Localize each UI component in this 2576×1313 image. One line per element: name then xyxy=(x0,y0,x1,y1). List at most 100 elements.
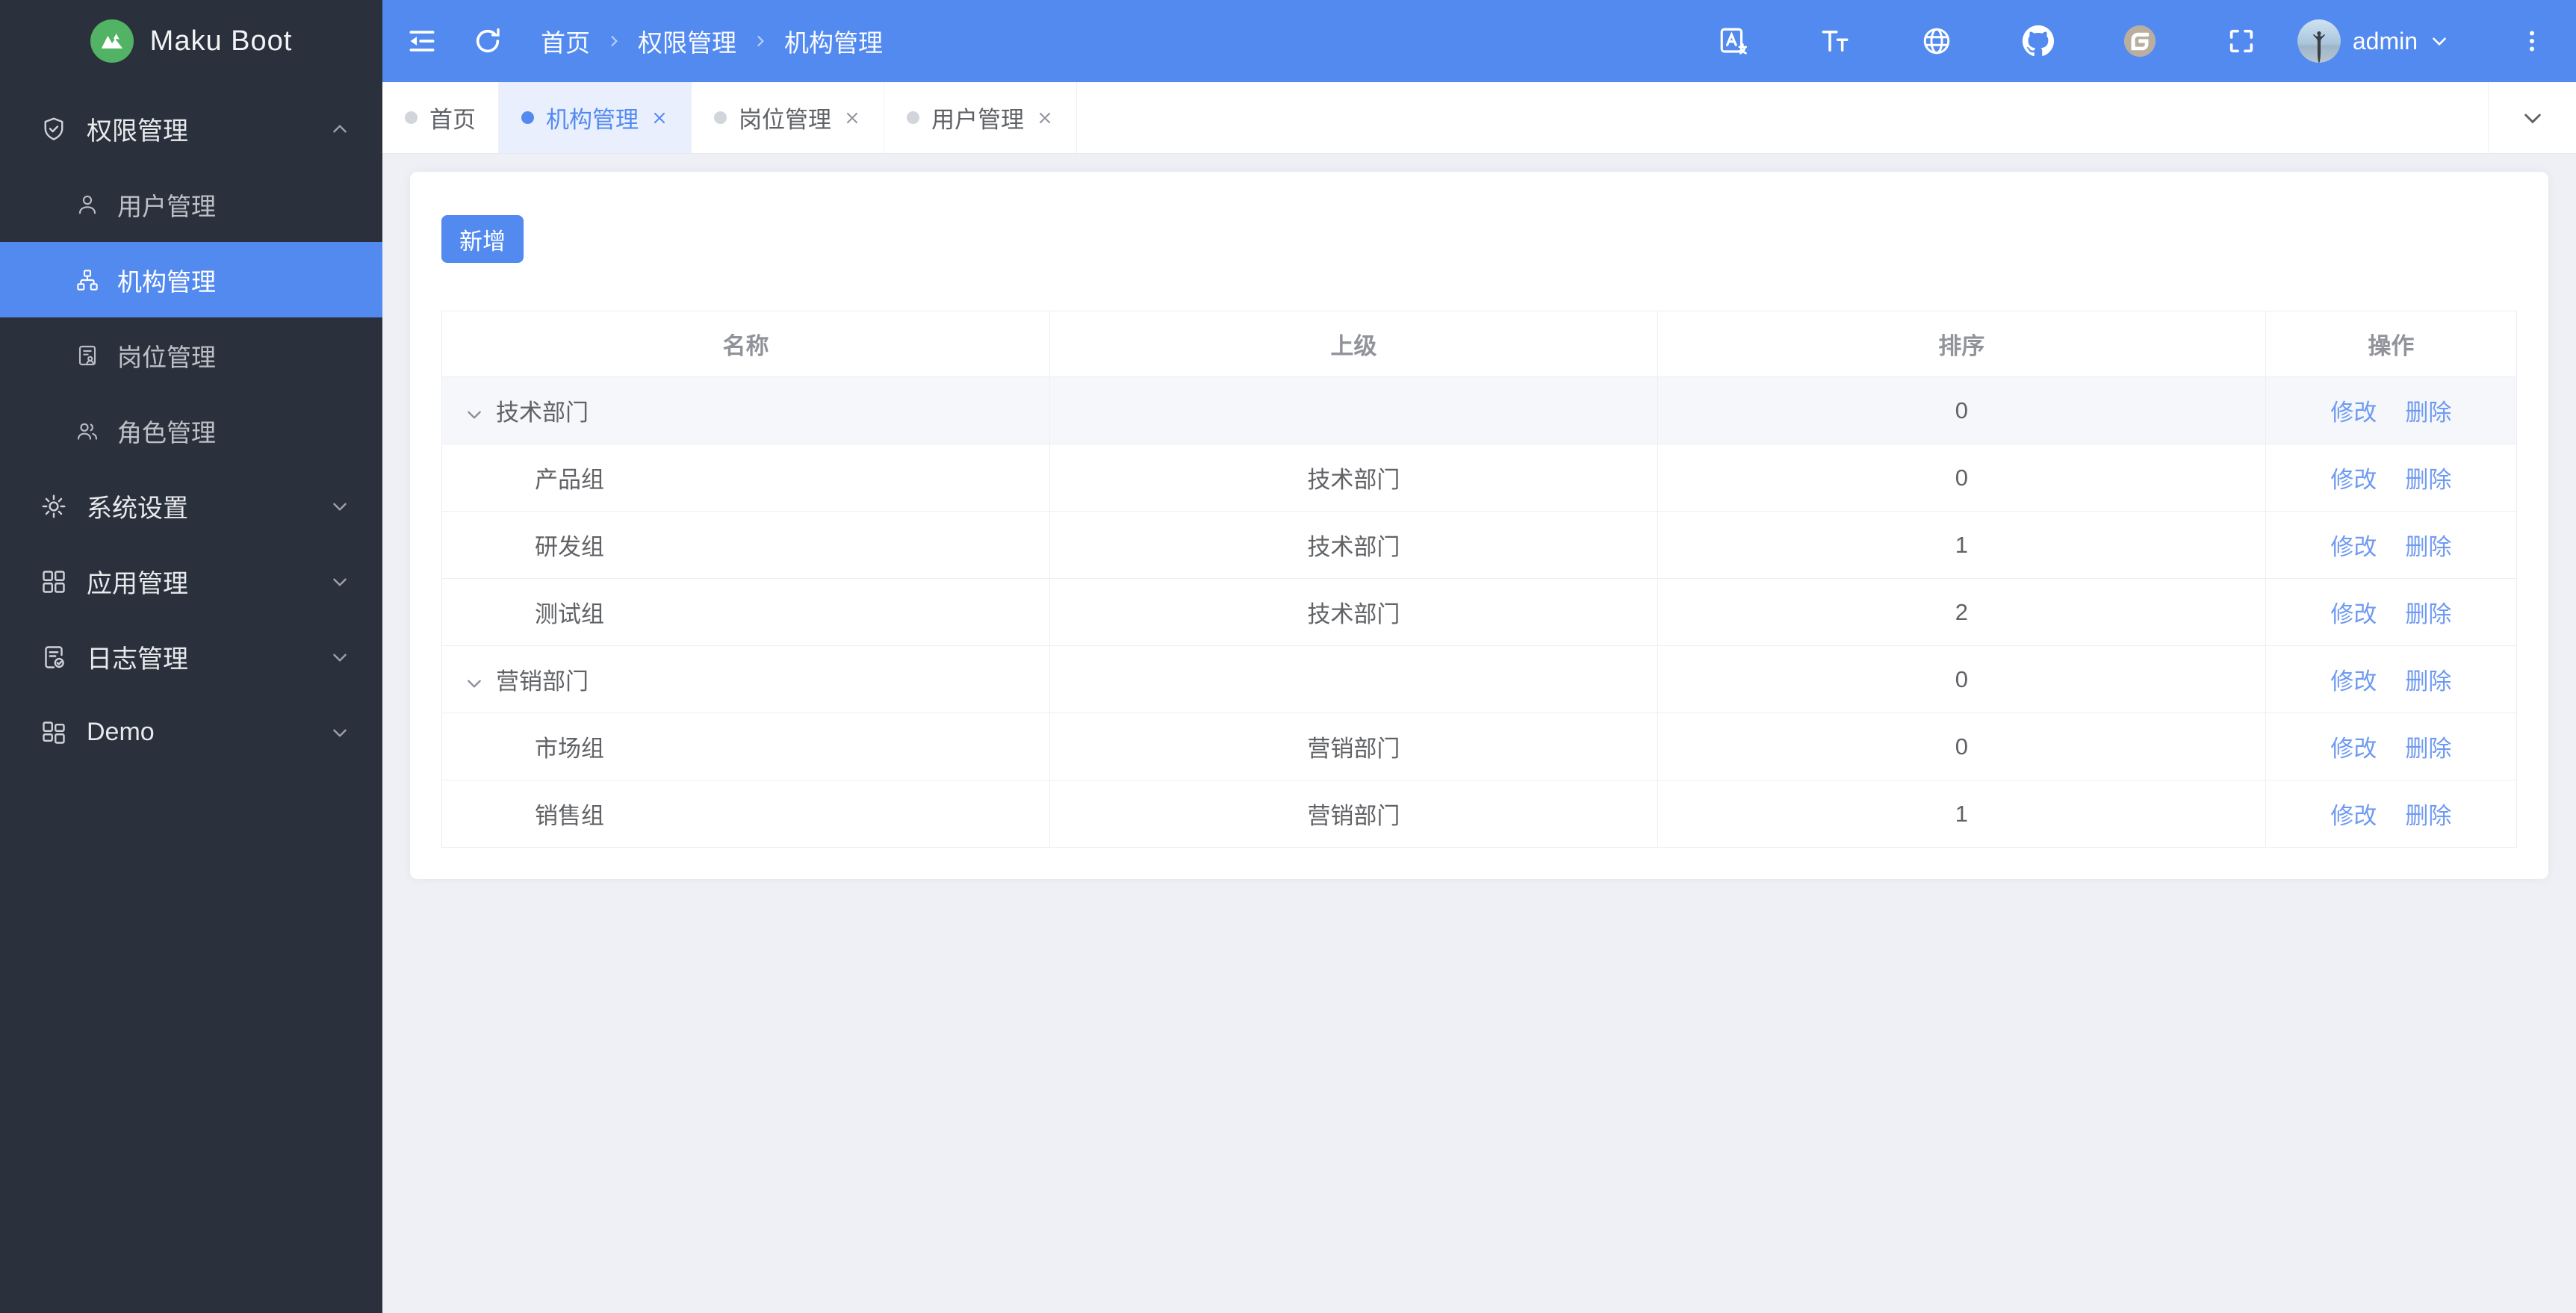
expand-row-icon[interactable] xyxy=(465,674,484,693)
edit-link[interactable]: 修改 xyxy=(2330,803,2377,829)
cell-name: 产品组 xyxy=(441,444,1050,512)
tab-label: 首页 xyxy=(429,107,476,133)
org-name: 技术部门 xyxy=(496,400,589,426)
top-header: 首页 权限管理 机构管理 admin xyxy=(382,0,2576,82)
user-icon xyxy=(75,193,99,217)
cell-name: 营销部门 xyxy=(441,645,1050,713)
breadcrumb-permission[interactable]: 权限管理 xyxy=(638,23,736,59)
delete-link[interactable]: 删除 xyxy=(2405,467,2451,493)
sidebar-item-用户管理[interactable]: 用户管理 xyxy=(0,167,382,242)
globe-icon[interactable] xyxy=(1919,24,1954,58)
edit-link[interactable]: 修改 xyxy=(2330,400,2377,426)
delete-link[interactable]: 删除 xyxy=(2405,601,2451,627)
translate-icon[interactable] xyxy=(1716,24,1751,58)
delete-link[interactable]: 删除 xyxy=(2405,534,2451,560)
sidebar-group-系统设置[interactable]: 系统设置 xyxy=(0,468,382,544)
gitee-icon[interactable] xyxy=(2123,24,2157,58)
table-row: 测试组 技术部门 2 修改 删除 xyxy=(441,578,2518,646)
sidebar-group-label: 权限管理 xyxy=(87,117,188,146)
sidebar-group-label: 系统设置 xyxy=(87,494,188,523)
cell-actions: 修改 删除 xyxy=(2265,578,2518,646)
cell-parent xyxy=(1049,376,1658,444)
more-options-icon[interactable] xyxy=(2515,24,2549,58)
cell-sort: 0 xyxy=(1657,376,2266,444)
tab-close-icon[interactable] xyxy=(1036,109,1054,127)
cell-name: 销售组 xyxy=(441,780,1050,848)
cell-parent: 营销部门 xyxy=(1049,780,1658,848)
roles-icon xyxy=(75,419,99,443)
tab-label: 岗位管理 xyxy=(739,107,831,133)
delete-link[interactable]: 删除 xyxy=(2405,803,2451,829)
sidebar-item-岗位管理[interactable]: 岗位管理 xyxy=(0,317,382,393)
breadcrumb-current: 机构管理 xyxy=(784,29,883,57)
delete-link[interactable]: 删除 xyxy=(2405,736,2451,762)
sidebar-item-label: 机构管理 xyxy=(117,267,216,296)
sidebar-item-label: 角色管理 xyxy=(117,418,216,447)
expand-row-icon[interactable] xyxy=(465,405,484,424)
table-row: 技术部门 0 修改 删除 xyxy=(441,376,2518,444)
table-row: 研发组 技术部门 1 修改 删除 xyxy=(441,511,2518,579)
refresh-icon[interactable] xyxy=(471,24,505,58)
cell-sort: 2 xyxy=(1657,578,2266,646)
sidebar-item-角色管理[interactable]: 角色管理 xyxy=(0,393,382,468)
fullscreen-icon[interactable] xyxy=(2224,24,2259,58)
org-name: 市场组 xyxy=(535,736,604,762)
log-check-icon xyxy=(40,644,67,671)
chevron-down-icon xyxy=(2433,37,2446,46)
edit-link[interactable]: 修改 xyxy=(2330,736,2377,762)
column-header-actions: 操作 xyxy=(2265,311,2518,377)
org-chart-icon xyxy=(75,268,99,292)
tab-close-icon[interactable] xyxy=(651,109,668,127)
tab-机构管理[interactable]: 机构管理 xyxy=(499,82,692,153)
edit-link[interactable]: 修改 xyxy=(2330,467,2377,493)
tab-岗位管理[interactable]: 岗位管理 xyxy=(692,82,884,153)
org-name: 销售组 xyxy=(535,803,604,829)
cell-actions: 修改 删除 xyxy=(2265,444,2518,512)
table-row: 销售组 营销部门 1 修改 删除 xyxy=(441,780,2518,848)
edit-link[interactable]: 修改 xyxy=(2330,668,2377,695)
add-button[interactable]: 新增 xyxy=(441,215,524,263)
tab-dot-icon xyxy=(907,111,919,124)
breadcrumb-separator-icon xyxy=(757,36,764,46)
tab-用户管理[interactable]: 用户管理 xyxy=(884,82,1077,153)
cell-sort: 1 xyxy=(1657,511,2266,579)
github-icon[interactable] xyxy=(2021,24,2055,58)
org-name: 营销部门 xyxy=(496,668,589,695)
tab-close-icon[interactable] xyxy=(843,109,861,127)
main-content: 新增 名称 上级 排序 操作 技术部门 0 修改 删除 产品组 技术部门 0 修改 删除 研发组技… xyxy=(382,154,2576,1313)
sidebar-item-机构管理[interactable]: 机构管理 xyxy=(0,242,382,317)
sidebar-group-应用管理[interactable]: 应用管理 xyxy=(0,544,382,619)
cell-sort: 1 xyxy=(1657,780,2266,848)
user-menu[interactable]: admin xyxy=(2297,19,2449,63)
tab-dot-icon xyxy=(405,111,418,124)
cell-name: 研发组 xyxy=(441,511,1050,579)
sidebar: Maku Boot 权限管理用户管理机构管理岗位管理角色管理系统设置应用管理日志… xyxy=(0,0,382,1313)
cell-sort: 0 xyxy=(1657,444,2266,512)
sidebar-group-Demo[interactable]: Demo xyxy=(0,695,382,770)
delete-link[interactable]: 删除 xyxy=(2405,400,2451,426)
font-size-icon[interactable] xyxy=(1818,24,1852,58)
tabs-dropdown-button[interactable] xyxy=(2488,82,2576,153)
sidebar-group-日志管理[interactable]: 日志管理 xyxy=(0,619,382,695)
tab-label: 用户管理 xyxy=(931,107,1024,133)
sidebar-group-权限管理[interactable]: 权限管理 xyxy=(0,91,382,167)
sidebar-item-label: 岗位管理 xyxy=(117,343,216,371)
edit-link[interactable]: 修改 xyxy=(2330,534,2377,560)
breadcrumb-home[interactable]: 首页 xyxy=(541,23,590,59)
mountain-logo-icon xyxy=(90,19,134,63)
sidebar-group-label: 应用管理 xyxy=(87,570,188,598)
app-logo[interactable]: Maku Boot xyxy=(0,0,382,82)
edit-link[interactable]: 修改 xyxy=(2330,601,2377,627)
sidebar-group-label: Demo xyxy=(87,718,155,746)
tab-dot-icon xyxy=(521,111,534,124)
chevron-down-icon xyxy=(330,648,350,667)
chevron-up-icon xyxy=(330,119,350,139)
header-icons: admin xyxy=(1716,19,2549,63)
table-row: 营销部门 0 修改 删除 xyxy=(441,645,2518,713)
cell-sort: 0 xyxy=(1657,645,2266,713)
tab-首页[interactable]: 首页 xyxy=(382,82,499,153)
cell-actions: 修改 删除 xyxy=(2265,511,2518,579)
gear-icon xyxy=(40,493,67,520)
menu-fold-icon[interactable] xyxy=(405,24,439,58)
delete-link[interactable]: 删除 xyxy=(2405,668,2451,695)
